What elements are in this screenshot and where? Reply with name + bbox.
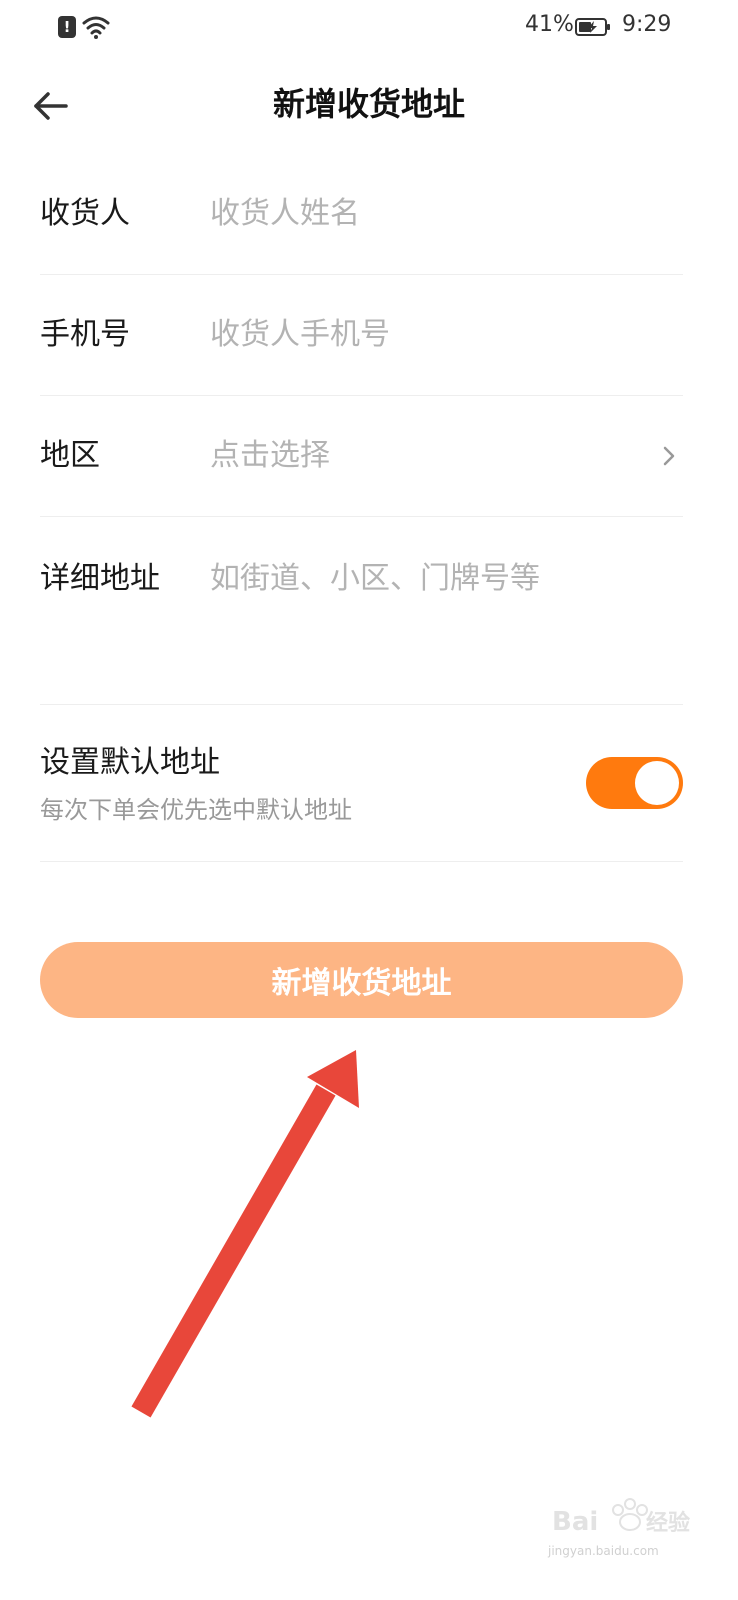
detail-address-textarea[interactable]: 如街道、小区、门牌号等 bbox=[210, 559, 540, 599]
default-address-subtitle: 每次下单会优先选中默认地址 bbox=[40, 796, 352, 824]
clock: 9:29 bbox=[622, 12, 672, 37]
recipient-label: 收货人 bbox=[40, 196, 130, 231]
svg-text:Bai: Bai bbox=[552, 1507, 598, 1537]
wifi-icon bbox=[82, 16, 110, 39]
recipient-name-input[interactable]: 收货人姓名 bbox=[210, 194, 360, 234]
phone-input[interactable]: 收货人手机号 bbox=[210, 315, 390, 355]
status-bar: 41% 9:29 bbox=[0, 0, 738, 56]
detail-address-row[interactable]: 详细地址 如街道、小区、门牌号等 bbox=[40, 517, 683, 703]
battery-charging-icon bbox=[575, 18, 610, 36]
chevron-right-icon bbox=[663, 446, 675, 466]
watermark-url: jingyan.baidu.com bbox=[548, 1544, 659, 1558]
region-select[interactable]: 点击选择 bbox=[210, 436, 330, 476]
recipient-row[interactable]: 收货人 收货人姓名 bbox=[40, 154, 683, 275]
phone-label: 手机号 bbox=[40, 317, 130, 352]
svg-text:经验: 经验 bbox=[646, 1510, 690, 1536]
region-row[interactable]: 地区 点击选择 bbox=[40, 396, 683, 517]
default-address-section: 设置默认地址 每次下单会优先选中默认地址 bbox=[40, 704, 683, 862]
alert-icon bbox=[58, 16, 76, 38]
phone-row[interactable]: 手机号 收货人手机号 bbox=[40, 275, 683, 396]
add-address-button[interactable]: 新增收货地址 bbox=[40, 942, 683, 1018]
detail-address-label: 详细地址 bbox=[40, 561, 160, 596]
default-address-toggle[interactable] bbox=[586, 757, 683, 809]
default-address-title: 设置默认地址 bbox=[40, 745, 220, 780]
page: 41% 9:29 新增收货地址 收货人 收货人姓名 手机号 收货人手机号 地区 … bbox=[0, 0, 738, 1600]
battery-percent: 41% bbox=[525, 12, 574, 37]
page-title: 新增收货地址 bbox=[272, 85, 465, 123]
toggle-knob bbox=[635, 761, 679, 805]
region-label: 地区 bbox=[40, 438, 100, 473]
